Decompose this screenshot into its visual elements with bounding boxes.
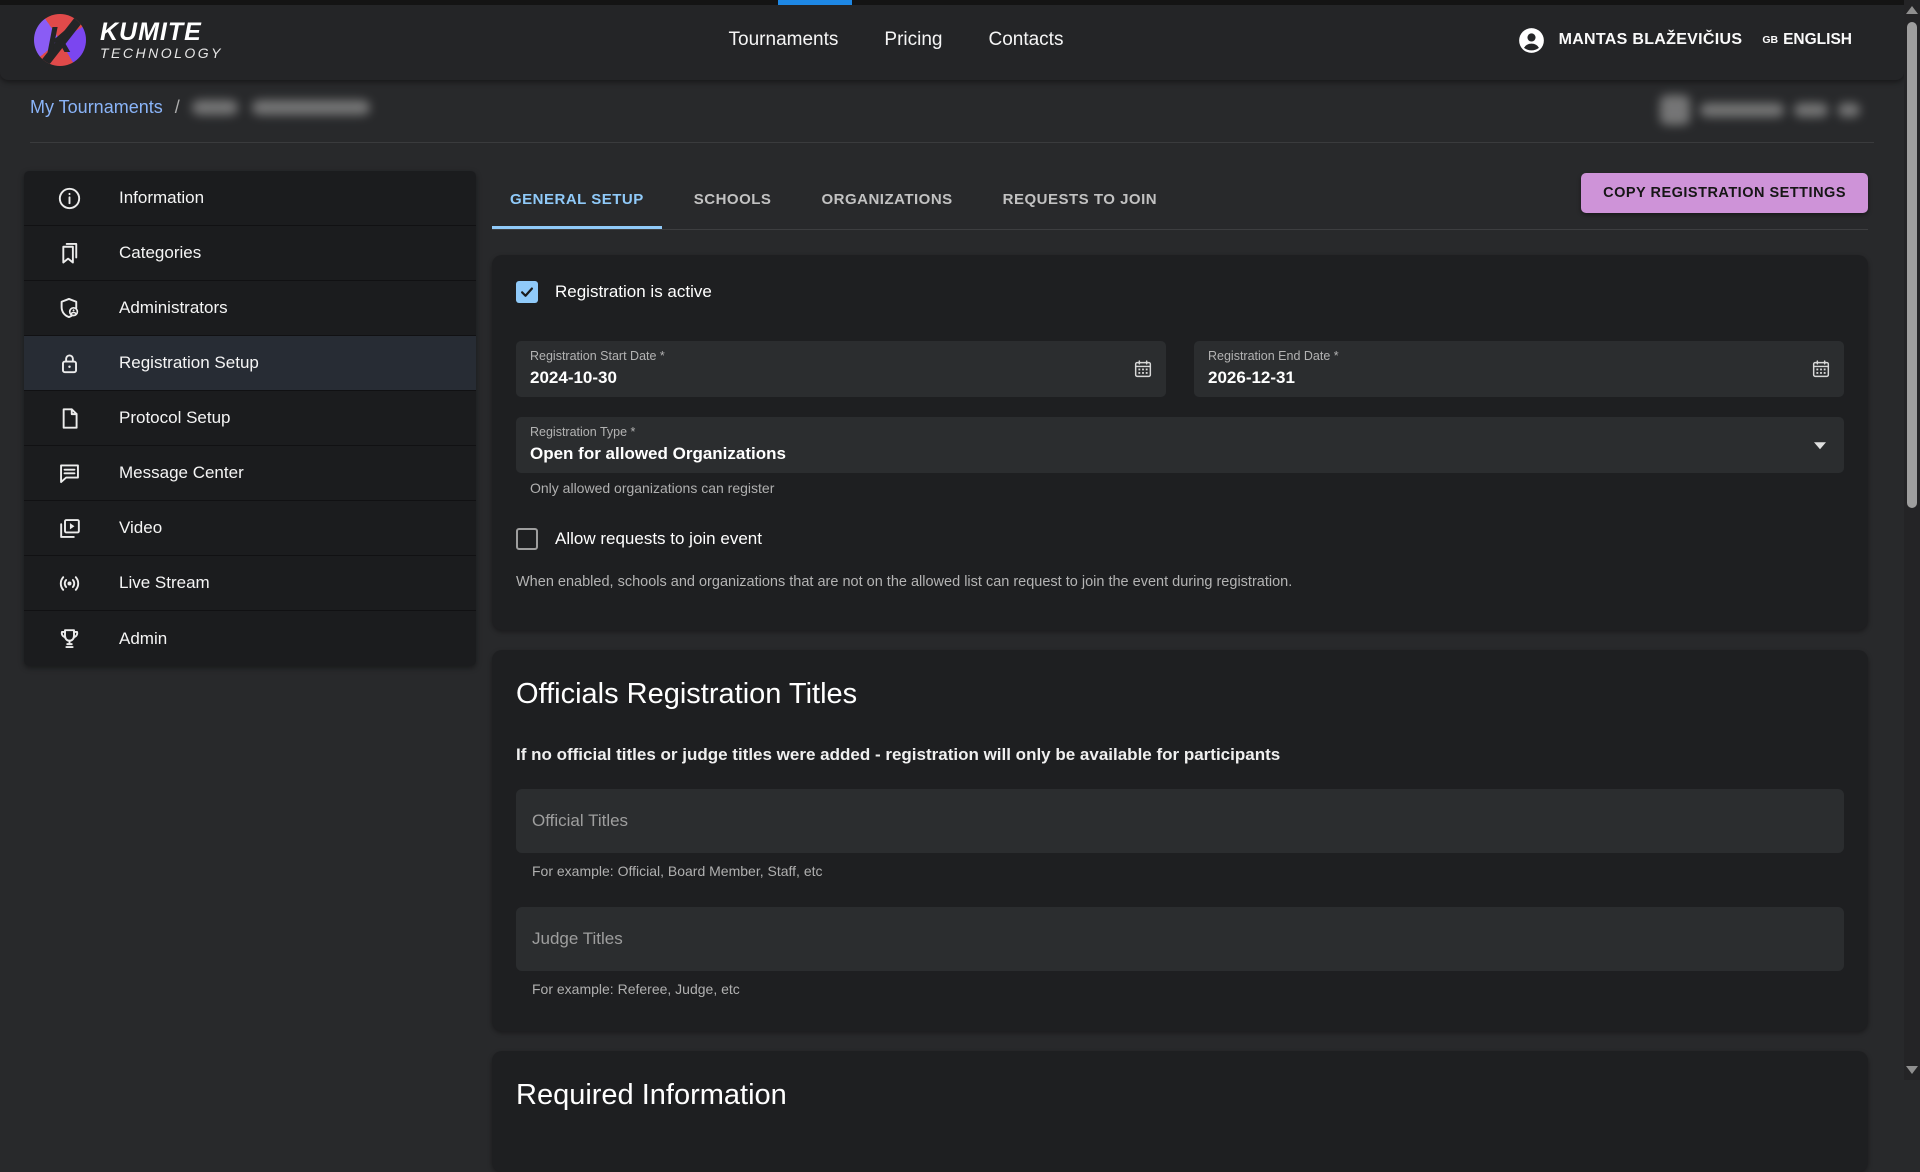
main-nav: Tournaments Pricing Contacts [729, 0, 1064, 80]
checkbox-checked-icon[interactable] [516, 281, 538, 303]
live-stream-icon [56, 570, 83, 597]
message-icon [56, 460, 83, 487]
sidebar-item-information[interactable]: Information [24, 171, 476, 226]
checkbox-unchecked-icon[interactable] [516, 528, 538, 550]
breadcrumb: My Tournaments / [30, 97, 370, 118]
sidebar: Information Categories Administrators Re… [24, 171, 476, 666]
registration-start-date-field[interactable]: Registration Start Date * 2024-10-30 [516, 341, 1166, 397]
sidebar-item-categories[interactable]: Categories [24, 226, 476, 281]
trophy-icon [56, 625, 83, 652]
copy-registration-settings-button[interactable]: COPY REGISTRATION SETTINGS [1581, 173, 1868, 213]
registration-active-checkbox-row[interactable]: Registration is active [516, 281, 1844, 303]
sidebar-item-message-center[interactable]: Message Center [24, 446, 476, 501]
required-information-card: Required Information [492, 1051, 1868, 1172]
sidebar-item-video[interactable]: Video [24, 501, 476, 556]
judge-titles-helper: For example: Referee, Judge, etc [532, 981, 1844, 997]
registration-active-label: Registration is active [555, 282, 712, 302]
allow-requests-label: Allow requests to join event [555, 529, 762, 549]
language-flag-gb: GB [1762, 34, 1778, 46]
registration-tabs: GENERAL SETUP SCHOOLS ORGANIZATIONS REQU… [492, 172, 1868, 230]
document-icon [56, 405, 83, 432]
official-titles-helper: For example: Official, Board Member, Sta… [532, 863, 1844, 879]
info-icon [56, 185, 83, 212]
nav-pricing[interactable]: Pricing [884, 29, 942, 51]
sidebar-item-live-stream[interactable]: Live Stream [24, 556, 476, 611]
scrollbar-up-arrow-icon[interactable] [1906, 6, 1918, 14]
brand-logo[interactable]: K KUMITE TECHNOLOGY [34, 14, 223, 66]
scrollbar-down-arrow-icon[interactable] [1906, 1066, 1918, 1074]
language-selector[interactable]: ENGLISH [1783, 31, 1852, 49]
sidebar-item-registration-setup[interactable]: Registration Setup [24, 336, 476, 391]
tab-requests-to-join[interactable]: REQUESTS TO JOIN [985, 172, 1175, 229]
user-avatar-icon[interactable] [1518, 27, 1545, 54]
brand-name: KUMITE [100, 19, 223, 45]
sidebar-item-protocol-setup[interactable]: Protocol Setup [24, 391, 476, 446]
main-content: GENERAL SETUP SCHOOLS ORGANIZATIONS REQU… [492, 172, 1868, 1172]
top-strip [0, 0, 1904, 5]
tab-general-setup[interactable]: GENERAL SETUP [492, 172, 662, 229]
scrollbar-thumb[interactable] [1907, 22, 1917, 508]
nav-tournaments[interactable]: Tournaments [729, 29, 839, 51]
redacted-date-badge [1660, 95, 1860, 125]
official-titles-input[interactable]: Official Titles [516, 789, 1844, 853]
active-tab-indicator [778, 0, 852, 5]
user-name[interactable]: MANTAS BLAŽEVIČIUS [1559, 31, 1743, 49]
sidebar-item-admin[interactable]: Admin [24, 611, 476, 666]
judge-titles-input[interactable]: Judge Titles [516, 907, 1844, 971]
officials-section-description: If no official titles or judge titles we… [516, 745, 1844, 765]
admin-shield-icon [56, 295, 83, 322]
breadcrumb-link-my-tournaments[interactable]: My Tournaments [30, 97, 163, 118]
calendar-icon[interactable] [1810, 358, 1832, 380]
lock-icon [56, 350, 83, 377]
chevron-down-icon[interactable] [1814, 442, 1826, 449]
officials-titles-card: Officials Registration Titles If no offi… [492, 650, 1868, 1031]
redacted-tournament-name [192, 100, 238, 115]
required-section-title: Required Information [516, 1079, 1844, 1112]
officials-section-title: Officials Registration Titles [516, 678, 1844, 711]
calendar-icon[interactable] [1132, 358, 1154, 380]
registration-end-date-field[interactable]: Registration End Date * 2026-12-31 [1194, 341, 1844, 397]
nav-contacts[interactable]: Contacts [988, 29, 1063, 51]
breadcrumb-separator: / [175, 97, 180, 118]
page-scrollbar[interactable] [1904, 0, 1920, 1080]
app-header: K KUMITE TECHNOLOGY Tournaments Pricing … [0, 0, 1904, 80]
brand-subtitle: TECHNOLOGY [100, 45, 223, 62]
allow-requests-checkbox-row[interactable]: Allow requests to join event [516, 528, 1844, 550]
general-setup-card: Registration is active Registration Star… [492, 255, 1868, 630]
sidebar-item-administrators[interactable]: Administrators [24, 281, 476, 336]
allow-requests-helper: When enabled, schools and organizations … [516, 574, 1844, 590]
user-area: MANTAS BLAŽEVIČIUS GB ENGLISH [1518, 0, 1852, 80]
registration-type-select[interactable]: Registration Type * Open for allowed Org… [516, 417, 1844, 473]
registration-type-helper: Only allowed organizations can register [530, 480, 1844, 496]
categories-icon [56, 240, 83, 267]
video-library-icon [56, 515, 83, 542]
calendar-icon-redacted [1660, 95, 1690, 125]
breadcrumb-divider [30, 142, 1874, 143]
redacted-tournament-name [252, 100, 370, 115]
tab-schools[interactable]: SCHOOLS [676, 172, 790, 229]
kumite-logo-icon: K [34, 14, 86, 66]
tab-organizations[interactable]: ORGANIZATIONS [803, 172, 970, 229]
